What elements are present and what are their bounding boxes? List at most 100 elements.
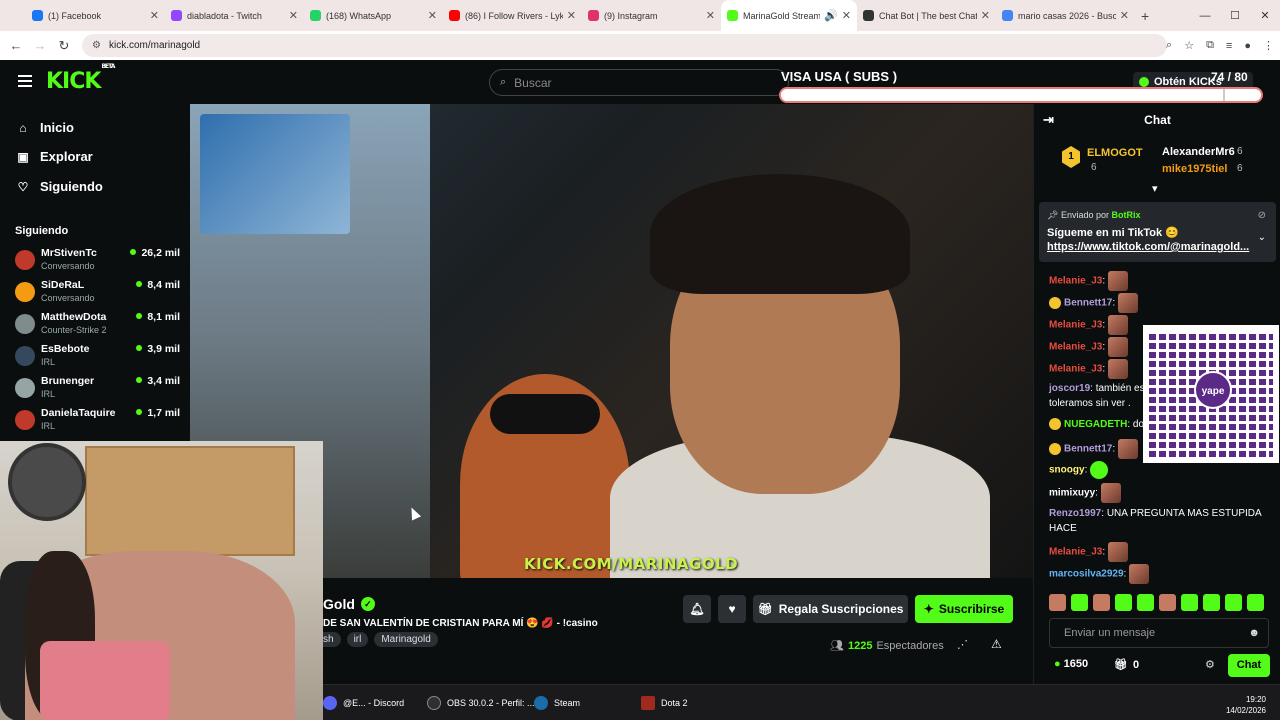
emote [1129, 564, 1150, 584]
following-item[interactable]: Brunenger IRL 3,4 mil [15, 375, 180, 403]
reload-icon[interactable]: ↻ [52, 38, 76, 54]
subscribe-button[interactable]: ✦ Suscribirse [915, 595, 1013, 623]
home-icon: ⌂ [19, 120, 27, 135]
points-icon: ● [1054, 658, 1061, 670]
taskbar-steam[interactable]: Steam [534, 696, 580, 710]
browser-tab[interactable]: (168) WhatsApp ✕ [304, 0, 443, 31]
browser-tab-active[interactable]: MarinaGold Stream - 🔊 ✕ [721, 0, 857, 31]
send-chat-button[interactable]: Chat [1228, 654, 1270, 677]
browser-tab[interactable]: diabladota - Twitch ✕ [165, 0, 304, 31]
hamburger-icon[interactable] [18, 75, 32, 90]
profile-icon[interactable]: ● [1244, 40, 1251, 52]
minimize-icon[interactable]: — [1190, 10, 1220, 22]
following-item[interactable]: SiDeRaL Conversando 8,4 mil [15, 279, 180, 307]
following-item[interactable]: MatthewDota Counter-Strike 2 8,1 mil [15, 311, 180, 339]
chat-message-input[interactable]: Enviar un mensaje ☻ [1049, 618, 1269, 648]
site-info-icon[interactable]: ⚙ [92, 40, 101, 51]
dota-icon [641, 696, 655, 710]
gift-count[interactable]: 🎁︎ 0 [1114, 658, 1139, 671]
nav-explore[interactable]: ▣ Explorar [16, 149, 92, 164]
close-icon[interactable]: ✕ [428, 9, 437, 22]
leaderboard-user[interactable]: mike1975tiel [1162, 163, 1227, 175]
following-item[interactable]: EsBebote IRL 3,9 mil [15, 343, 180, 371]
emote-button[interactable] [1159, 594, 1176, 611]
gift-subs-button[interactable]: 🎁︎ Regala Suscripciones [753, 595, 908, 623]
taskbar-dota[interactable]: Dota 2 [641, 696, 688, 710]
collapse-chat-icon[interactable]: ⇥ [1043, 104, 1054, 136]
nav-home[interactable]: ⌂ Inicio [16, 120, 74, 135]
emoji-icon[interactable]: ☻ [1248, 619, 1260, 647]
toolbar-right: ⌕ ☆ ⧉ ≡ ● ⋮ [1166, 31, 1274, 60]
maximize-icon[interactable]: ☐ [1220, 9, 1250, 22]
close-icon[interactable]: ✕ [981, 9, 990, 22]
kicks-coin-icon [1139, 77, 1149, 87]
leaderboard-user[interactable]: ELMOGOT [1087, 147, 1143, 159]
search-input[interactable]: ⌕ Buscar [489, 69, 789, 96]
close-icon[interactable]: ✕ [150, 9, 159, 22]
browser-tab-bar: (1) Facebook ✕ diabladota - Twitch ✕ (168)… [0, 0, 1280, 31]
close-icon[interactable]: ✕ [289, 9, 298, 22]
emote-button[interactable] [1049, 594, 1066, 611]
following-item[interactable]: DanielaTaquire IRL 1,7 mil [15, 407, 180, 435]
forward-icon[interactable]: → [28, 38, 52, 53]
follow-button[interactable]: ♥ [718, 595, 746, 623]
close-icon[interactable]: ✕ [706, 9, 715, 22]
browser-tab[interactable]: (86) I Follow Rivers - Lykk ✕ [443, 0, 582, 31]
close-window-icon[interactable]: ✕ [1250, 9, 1280, 22]
url-field[interactable]: ⚙ kick.com/marinagold [82, 34, 1167, 57]
channel-name[interactable]: Gold ✓ [323, 596, 375, 612]
emote-button[interactable] [1071, 594, 1088, 611]
emote-button[interactable] [1247, 594, 1264, 611]
emote [1100, 483, 1121, 503]
emote-button[interactable] [1093, 594, 1110, 611]
emote-button[interactable] [1115, 594, 1132, 611]
tag[interactable]: irl [346, 632, 369, 647]
chat-message: marcosilva2929: [1049, 564, 1269, 584]
webcam-scene-fan [8, 443, 86, 521]
close-icon[interactable]: ✕ [842, 9, 851, 22]
expand-leaderboard-icon[interactable]: ▾ [1152, 182, 1158, 195]
new-tab-icon[interactable]: + [1141, 8, 1149, 24]
taskbar-obs[interactable]: OBS 30.0.2 - Perfil: ... [427, 696, 535, 710]
extensions-icon[interactable]: ⧉ [1206, 39, 1214, 52]
emote-button[interactable] [1225, 594, 1242, 611]
discord-icon [323, 696, 337, 710]
browser-tab[interactable]: (9) Instagram ✕ [582, 0, 721, 31]
unpin-icon[interactable]: ⊘ [1258, 210, 1266, 221]
chevron-down-icon[interactable]: ⌄ [1258, 232, 1266, 243]
gear-icon[interactable]: ⚙ [1205, 658, 1215, 671]
kick-logo[interactable]: KICKBETA [46, 63, 115, 94]
leaderboard-user[interactable]: AlexanderMr6 [1162, 146, 1235, 158]
media-icon[interactable]: ≡ [1226, 40, 1232, 52]
tag[interactable]: sh [323, 632, 341, 647]
close-icon[interactable]: ✕ [567, 9, 576, 22]
emote-button[interactable] [1181, 594, 1198, 611]
nav-following[interactable]: ♡ Siguiendo [16, 179, 103, 194]
stream-title: DE SAN VALENTÍN DE CRISTIAN PARA MÍ 😍 💋 … [323, 618, 598, 629]
audio-icon[interactable]: 🔊 [824, 9, 838, 22]
emote-button[interactable] [1137, 594, 1154, 611]
emote [1107, 315, 1128, 335]
user-badge [1049, 443, 1061, 455]
taskbar-discord[interactable]: @E... - Discord [323, 696, 404, 710]
report-icon[interactable]: ⚠ [991, 637, 1002, 651]
twitch-icon [171, 10, 182, 21]
close-icon[interactable]: ✕ [1120, 9, 1129, 22]
browser-tab[interactable]: mario casas 2026 - Busca ✕ [996, 0, 1135, 31]
browser-tab[interactable]: (1) Facebook ✕ [26, 0, 165, 31]
following-item[interactable]: MrStivenTc Conversando 26,2 mil [15, 247, 180, 275]
zoom-icon[interactable]: ⌕ [1166, 39, 1172, 52]
channel-points[interactable]: ● 1650 [1054, 658, 1088, 670]
chat-message: Bennett17: [1049, 293, 1269, 313]
pinned-link[interactable]: https://www.tiktok.com/@marinagold... [1047, 241, 1268, 253]
user-badge [1049, 297, 1061, 309]
share-icon[interactable]: ⋰ [957, 638, 968, 651]
notifications-button[interactable]: 🔔︎ [683, 595, 711, 623]
bookmark-icon[interactable]: ☆ [1184, 39, 1194, 52]
emote-button[interactable] [1203, 594, 1220, 611]
back-icon[interactable]: ← [4, 38, 28, 53]
tag[interactable]: Marinagold [374, 632, 438, 647]
menu-icon[interactable]: ⋮ [1263, 39, 1274, 52]
system-clock[interactable]: 19:20 14/02/2026 [1226, 694, 1266, 716]
browser-tab[interactable]: Chat Bot | The best ChatB ✕ [857, 0, 996, 31]
